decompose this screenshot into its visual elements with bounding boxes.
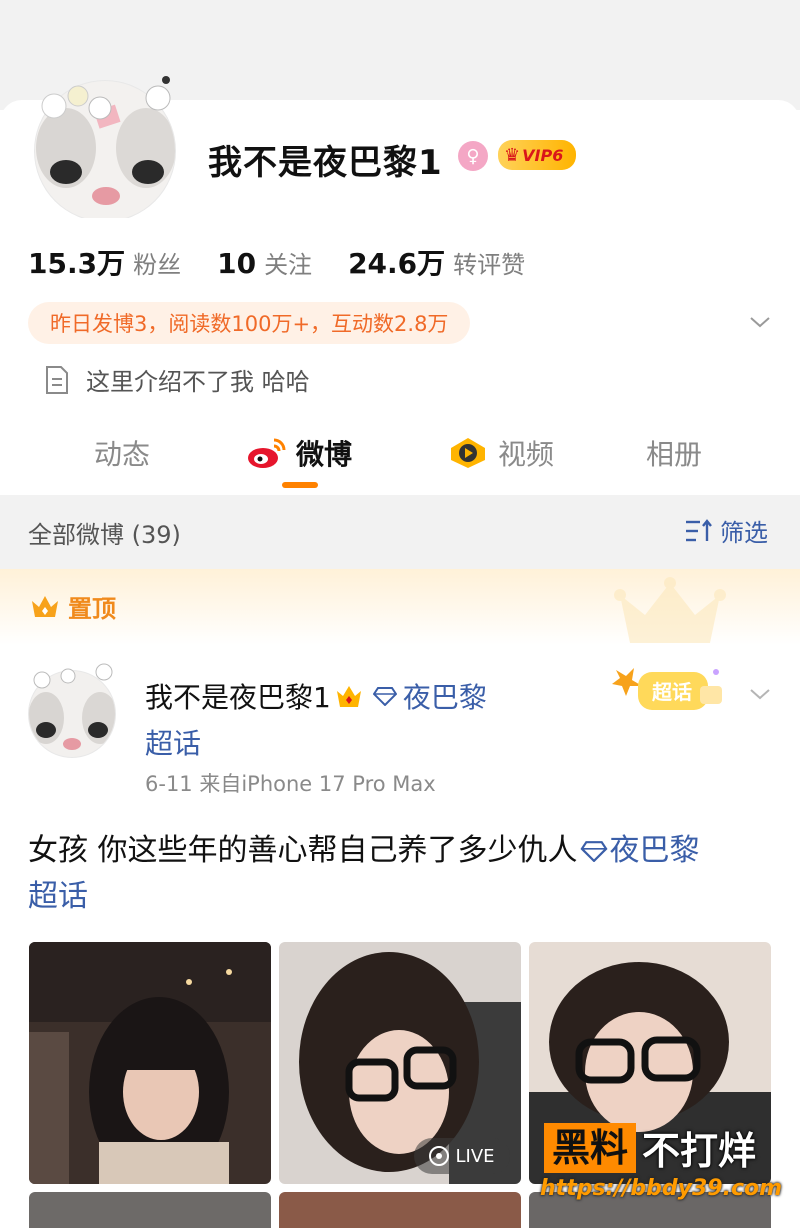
bio-text: 这里介绍不了我 哈哈 bbox=[86, 368, 310, 396]
pinned-label: 置顶 bbox=[68, 595, 116, 623]
supertopic-link[interactable]: 夜巴黎 bbox=[403, 676, 487, 716]
profile-bio: 这里介绍不了我 哈哈 bbox=[44, 362, 310, 397]
supertopic-badge[interactable]: 超话 bbox=[612, 664, 732, 718]
watermark-rest-text: 不打烊 bbox=[642, 1129, 757, 1173]
followers-count[interactable]: 15.3万 bbox=[28, 242, 125, 282]
post-avatar[interactable] bbox=[24, 658, 120, 758]
watermark-title: 黑料 不打烊 bbox=[544, 1120, 756, 1175]
crown-icon bbox=[32, 596, 58, 617]
filter-icon bbox=[686, 518, 712, 541]
vip-badge[interactable]: ♛ VIP6 bbox=[498, 140, 576, 170]
followers-label[interactable]: 粉丝 bbox=[133, 245, 181, 280]
post-author-name[interactable]: 我不是夜巴黎1 bbox=[145, 676, 331, 716]
profile-stats: 15.3万 粉丝 10 关注 24.6万 转评赞 bbox=[28, 242, 561, 282]
supertopic-suffix[interactable]: 超话 bbox=[145, 722, 201, 762]
supertopic-diamond-icon bbox=[372, 687, 397, 706]
profile-tabs: 动态 微博 视频 相册 bbox=[0, 428, 800, 488]
chevron-down-icon[interactable] bbox=[748, 310, 772, 334]
following-label[interactable]: 关注 bbox=[264, 245, 312, 280]
tab-label: 动态 bbox=[94, 438, 151, 471]
tab-dynamic[interactable]: 动态 bbox=[94, 428, 150, 478]
post-count-label[interactable]: 全部微博 (39) bbox=[28, 515, 181, 550]
following-count[interactable]: 10 bbox=[217, 247, 256, 280]
vip-crown-icon bbox=[336, 686, 361, 707]
tab-album[interactable]: 相册 bbox=[646, 428, 702, 478]
filter-label: 筛选 bbox=[720, 519, 768, 547]
tab-weibo[interactable]: 微博 bbox=[246, 428, 352, 478]
document-icon bbox=[46, 365, 68, 394]
activity-summary[interactable]: 昨日发博3，阅读数100万+，互动数2.8万 bbox=[28, 302, 471, 344]
live-label: LIVE bbox=[455, 1145, 495, 1167]
post-photo-4[interactable] bbox=[29, 1192, 271, 1228]
live-photo-badge[interactable]: LIVE bbox=[414, 1138, 510, 1174]
interactions-count[interactable]: 24.6万 bbox=[348, 242, 445, 282]
filter-button[interactable]: 筛选 bbox=[684, 513, 768, 548]
profile-nickname: 我不是夜巴黎1 bbox=[208, 143, 443, 183]
post-topic-link[interactable]: 夜巴黎 bbox=[610, 833, 700, 868]
tab-video[interactable]: 视频 bbox=[448, 428, 554, 478]
video-play-icon bbox=[451, 438, 485, 468]
post-topic-suffix[interactable]: 超话 bbox=[28, 879, 88, 914]
supertopic-diamond-icon bbox=[580, 841, 608, 863]
supertopic-badge-label: 超话 bbox=[651, 680, 692, 704]
tab-label: 相册 bbox=[646, 438, 703, 471]
post-author-line: 我不是夜巴黎1 夜巴黎 bbox=[145, 676, 487, 716]
profile-avatar[interactable] bbox=[26, 68, 184, 218]
watermark-box-text: 黑料 bbox=[544, 1122, 637, 1173]
post-photo-5[interactable] bbox=[279, 1192, 521, 1228]
interactions-label[interactable]: 转评赞 bbox=[453, 245, 525, 280]
weibo-logo-icon bbox=[248, 438, 286, 468]
tab-label: 视频 bbox=[498, 438, 555, 471]
active-tab-indicator bbox=[282, 482, 318, 488]
pinned-banner: 置顶 bbox=[0, 569, 800, 645]
watermark-overlay: 黑料 不打烊 https://bbdy39.com bbox=[540, 1120, 783, 1220]
post-body: 女孩 你这些年的善心帮自己养了多少仇人 bbox=[28, 833, 578, 868]
vip-label: VIP6 bbox=[522, 145, 564, 165]
post-text: 女孩 你这些年的善心帮自己养了多少仇人 夜巴黎 超话 bbox=[28, 828, 772, 920]
chevron-down-icon[interactable] bbox=[748, 684, 772, 704]
post-meta: 6-11 来自iPhone 17 Pro Max bbox=[145, 772, 436, 796]
tab-label: 微博 bbox=[296, 438, 353, 471]
live-icon bbox=[429, 1146, 450, 1166]
post-photo-2[interactable]: LIVE bbox=[279, 942, 521, 1184]
crown-icon: ♛ bbox=[504, 144, 521, 166]
crown-decoration-icon bbox=[614, 577, 726, 643]
watermark-url: https://bbdy39.com bbox=[540, 1176, 783, 1201]
filter-bar: 全部微博 (39) 筛选 bbox=[0, 495, 800, 569]
post-photo-1[interactable] bbox=[29, 942, 271, 1184]
female-icon: ♀ bbox=[458, 141, 488, 171]
